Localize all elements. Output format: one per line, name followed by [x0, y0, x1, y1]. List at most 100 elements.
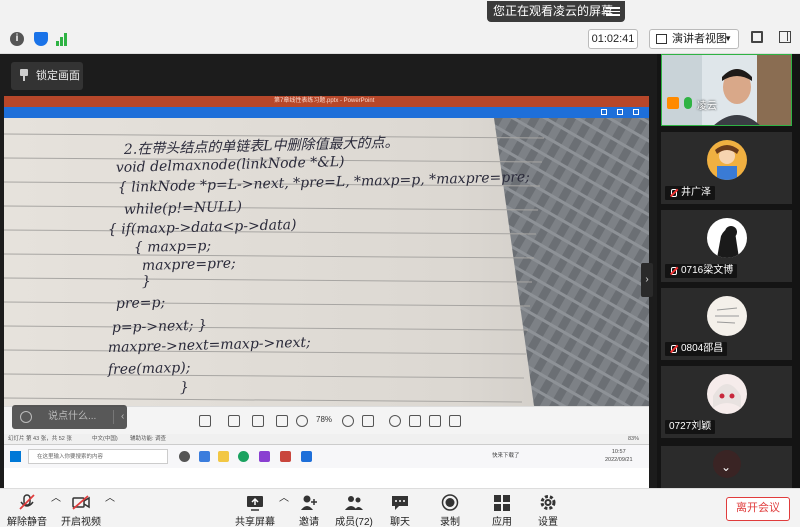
powerpoint-titlebar: 第7章线性表练习题.pptx - PowerPoint [4, 96, 649, 107]
share-screen-button[interactable]: 共享屏幕 [233, 489, 277, 527]
copy-icon[interactable] [252, 415, 264, 427]
share-screen-label: 共享屏幕 [235, 517, 275, 527]
crop-tool-icon[interactable] [429, 415, 441, 427]
participant-name: 0727刘颖 [669, 421, 712, 432]
participant-name: 0716梁文博 [681, 265, 734, 276]
avatar [707, 140, 747, 180]
handwritten-line: free(maxp); [107, 360, 191, 378]
maximize-icon[interactable] [617, 109, 623, 115]
zoom-level: 78% [316, 415, 333, 424]
handwritten-line: { maxp=p; [134, 238, 212, 256]
chat-icon [391, 494, 409, 511]
screenshot-icon[interactable] [199, 415, 211, 427]
grid-icon [656, 34, 667, 44]
participant-tile[interactable]: 井广泽 [661, 132, 792, 204]
notebook-photo-canvas: 2.在带头结点的单链表L中删除值最大的点。void delmaxnode(lin… [4, 118, 649, 406]
meeting-window: 您正在观看凌云的屏幕 i 01:02:41 演讲者视图 ▼ 锁定画面 第7章线性… [0, 0, 800, 527]
shield-icon[interactable] [34, 32, 48, 46]
handwritten-line: } [142, 274, 151, 290]
participant-name: 凌云 [697, 101, 717, 112]
participant-name: 井广泽 [681, 187, 711, 198]
participant-tile[interactable]: 0804邵昌 [661, 288, 792, 360]
app-icon[interactable] [199, 451, 210, 462]
task-view-icon[interactable] [179, 451, 190, 462]
close-icon[interactable] [633, 109, 639, 115]
participant-name-tag: 0804邵昌 [665, 342, 728, 356]
windows-start-icon[interactable] [10, 451, 21, 462]
handwritten-line: pre=p; [116, 295, 166, 312]
start-video-button[interactable]: 开启视频 [60, 489, 102, 527]
status-zoom: 83% [628, 436, 640, 442]
chevron-left-icon[interactable]: ‹ [121, 405, 124, 429]
record-button[interactable]: 录制 [436, 489, 464, 527]
members-button[interactable]: 成员(72) [334, 489, 374, 527]
view-mode-button[interactable]: 演讲者视图 ▼ [649, 29, 739, 49]
rotate-icon[interactable] [389, 415, 401, 427]
menu-icon[interactable] [606, 5, 620, 17]
unmute-button[interactable]: 解除静音 [6, 489, 48, 527]
participant-tile[interactable]: ⌄ [661, 446, 792, 488]
start-video-label: 开启视频 [61, 517, 101, 527]
participant-video [662, 55, 791, 125]
apps-button[interactable]: 应用 [488, 489, 516, 527]
video-options-caret[interactable]: ︿ [105, 489, 115, 527]
members-label: 成员(72) [335, 517, 373, 527]
zoom-in-icon[interactable] [342, 415, 354, 427]
edit-icon[interactable] [409, 415, 421, 427]
divider [113, 410, 114, 424]
download-icon[interactable] [449, 415, 461, 427]
meeting-timer: 01:02:41 [588, 29, 638, 49]
shared-screen: 第7章线性表练习题.pptx - PowerPoint 2.在带头结点的单链表L… [4, 96, 649, 491]
mic-off-icon [18, 494, 36, 511]
taskbar-search[interactable]: 在这里输入你要搜索的内容 [28, 449, 168, 464]
chat-placeholder: 说点什么... [48, 411, 97, 422]
participant-tile[interactable]: 0716梁文博 [661, 210, 792, 282]
settings-label: 设置 [538, 517, 558, 527]
actual-size-icon[interactable] [362, 415, 374, 427]
clock-time: 10:57 [611, 449, 626, 455]
taskbar-clock: 10:57 2022/09/21 [605, 448, 633, 464]
crop-icon[interactable] [228, 415, 240, 427]
edge-icon[interactable] [238, 451, 249, 462]
emoji-icon[interactable] [20, 411, 32, 423]
participant-name-tag: 井广泽 [665, 186, 715, 200]
avatar [707, 374, 747, 414]
chat-label: 聊天 [390, 517, 410, 527]
lock-screen-button[interactable]: 锁定画面 [11, 62, 83, 90]
chat-button[interactable]: 聊天 [386, 489, 414, 527]
info-icon[interactable]: i [10, 32, 24, 46]
windows-taskbar: 在这里输入你要搜索的内容 快来下载了 10:57 2022/09/21 [4, 444, 649, 468]
minimize-icon[interactable] [601, 109, 607, 115]
invite-label: 邀请 [299, 517, 319, 527]
participant-tile[interactable]: 0727刘颖 [661, 366, 792, 438]
share-notice-text: 您正在观看凌云的屏幕 [493, 4, 614, 18]
sidebar-toggle-icon[interactable] [779, 31, 791, 43]
fullscreen-icon[interactable] [751, 31, 763, 43]
slide-count: 幻灯片 第 43 张，共 52 张 [8, 436, 72, 442]
invite-button[interactable]: 邀请 [294, 489, 324, 527]
record-icon [441, 494, 459, 511]
app-icon[interactable] [259, 451, 270, 462]
settings-button[interactable]: 设置 [534, 489, 562, 527]
apps-icon [493, 494, 511, 511]
photos-icon[interactable] [301, 451, 312, 462]
leave-meeting-button[interactable]: 离开会议 [726, 497, 790, 521]
share-options-caret[interactable]: ︿ [279, 489, 289, 527]
folder-icon[interactable] [218, 451, 229, 462]
participant-tile[interactable]: 凌云 [661, 54, 792, 126]
chevron-down-icon[interactable]: ⌄ [721, 460, 731, 474]
collapse-panel-handle[interactable]: › [641, 263, 653, 297]
gear-icon [539, 494, 557, 511]
fit-icon[interactable] [276, 415, 288, 427]
participant-name-tag: 0727刘颖 [665, 420, 716, 434]
chat-input[interactable]: 说点什么... ‹ [12, 405, 127, 429]
handwritten-line: while(p!=NULL) [124, 199, 243, 218]
powerpoint-icon[interactable] [280, 451, 291, 462]
zoom-out-icon[interactable] [296, 415, 308, 427]
chevron-down-icon: ▼ [724, 34, 732, 43]
signal-icon[interactable] [56, 32, 70, 46]
tray-text: 快来下载了 [492, 453, 520, 459]
screen-share-notice[interactable]: 您正在观看凌云的屏幕 [487, 1, 625, 22]
lock-screen-label: 锁定画面 [36, 70, 80, 82]
record-label: 录制 [440, 517, 460, 527]
